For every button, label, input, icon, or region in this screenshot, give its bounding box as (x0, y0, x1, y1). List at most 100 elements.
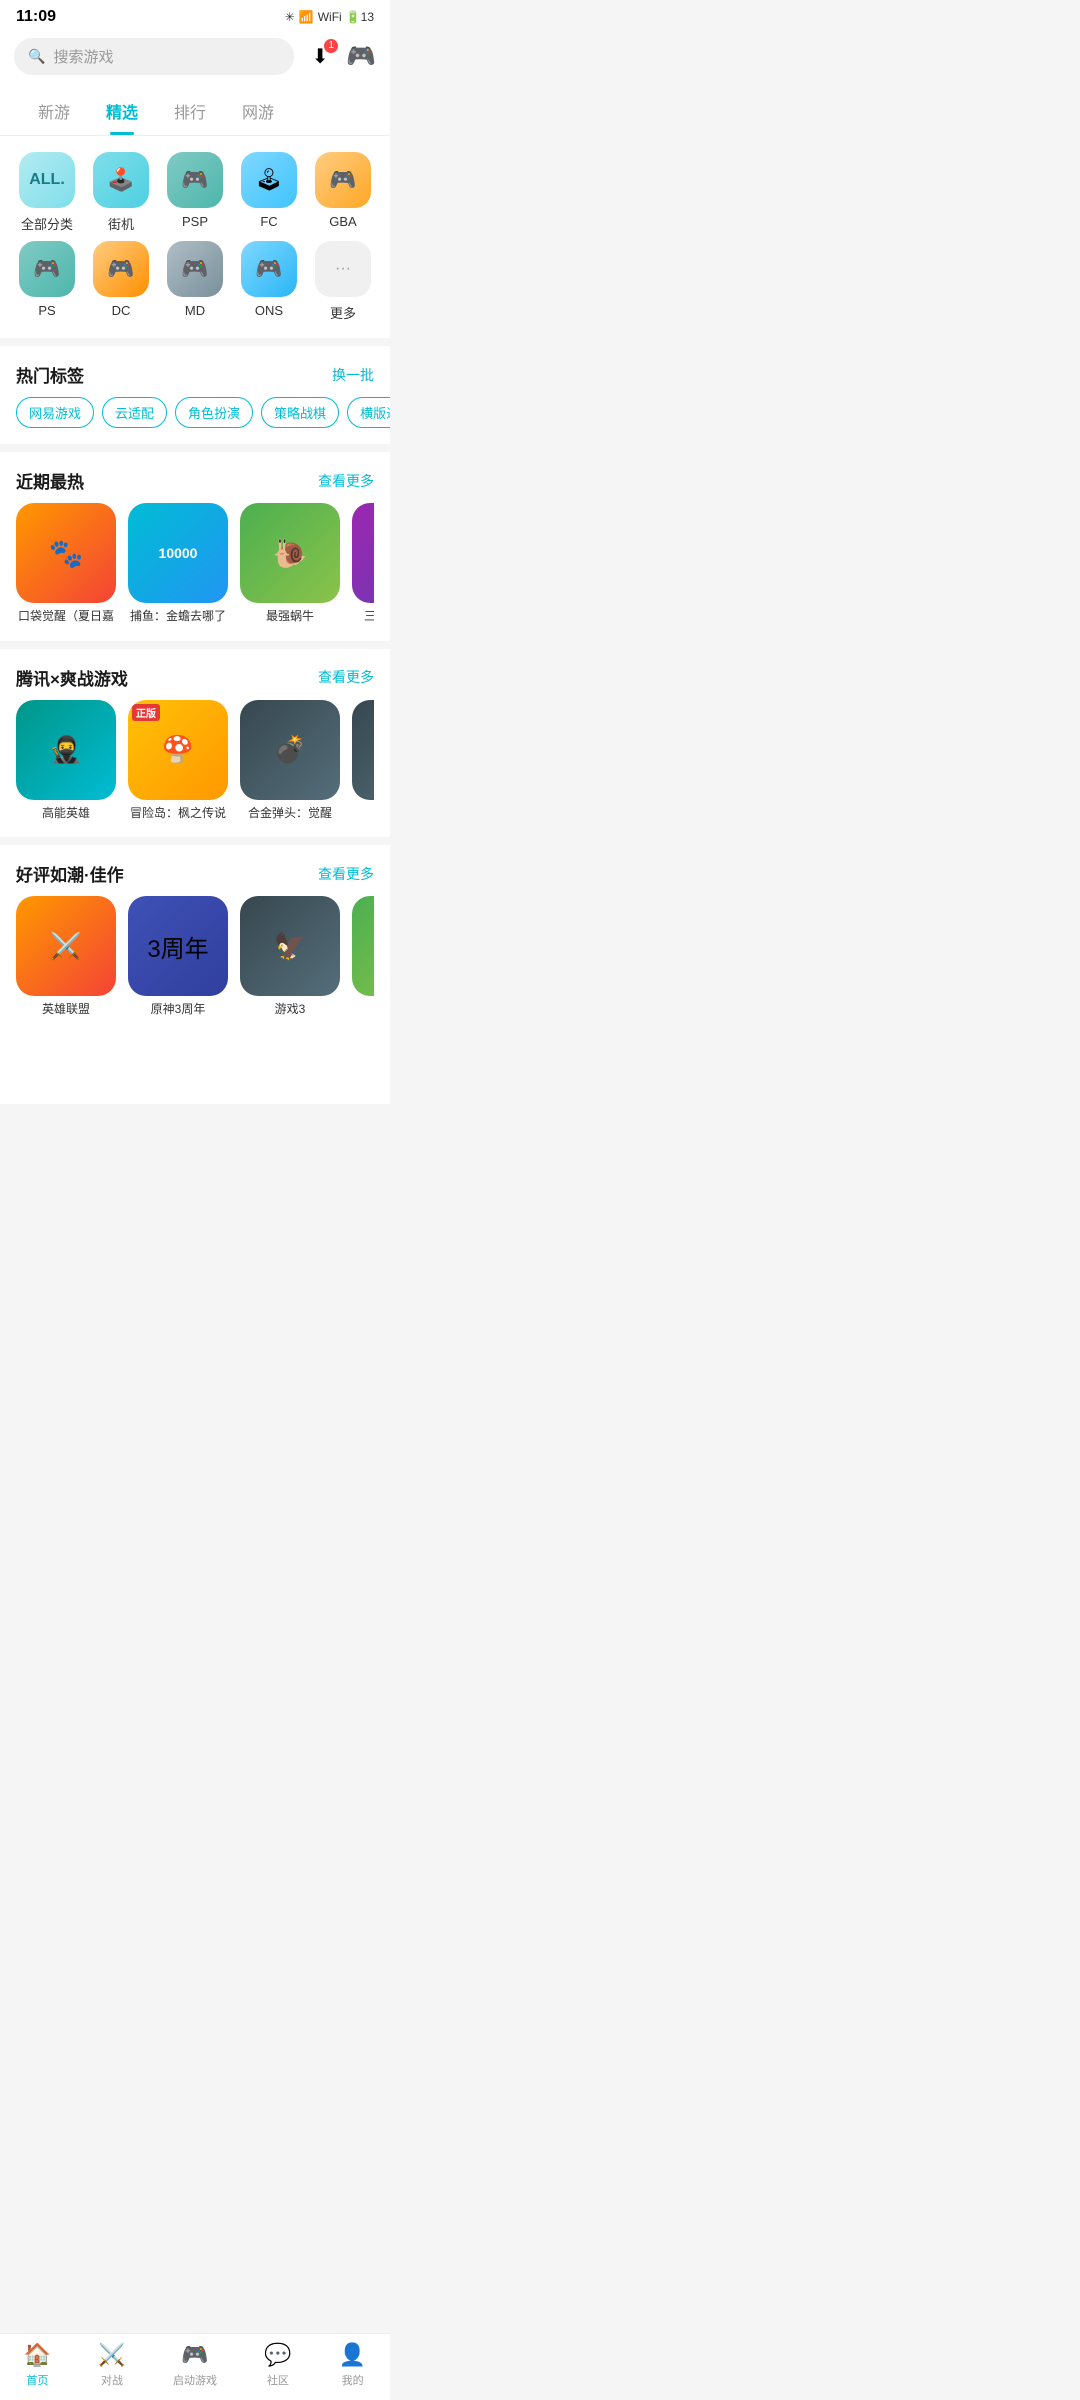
recent-hot-header: 近期最热 查看更多 (0, 452, 390, 503)
category-ps-icon: 🎮 (19, 241, 75, 297)
signal-icon: 📶 (299, 10, 314, 24)
download-badge: 1 (324, 39, 338, 53)
game-icon-darkzone: 🪖 (352, 700, 374, 800)
game-icon-review-2: 3周年 (128, 896, 228, 996)
game-item-snail[interactable]: 🐌 最强蜗牛 (240, 503, 340, 625)
nav-home[interactable]: 🏠 首页 (24, 2342, 51, 2388)
play-icon: 🎮 (181, 2342, 208, 2368)
nav-play-label: 启动游戏 (173, 2372, 217, 2388)
wifi-icon: WiFi (318, 10, 342, 24)
category-gba-icon: 🎮 (315, 152, 371, 208)
category-gba[interactable]: 🎮 GBA (308, 152, 378, 233)
search-placeholder: 搜索游戏 (53, 46, 113, 67)
good-reviews-more[interactable]: 查看更多 (318, 864, 374, 884)
game-label-pocket: 口袋觉醒（夏日嘉 (16, 609, 116, 625)
tag-strategy[interactable]: 策略战棋 (261, 397, 339, 428)
game-label-snail: 最强蜗牛 (240, 609, 340, 625)
tencent-more[interactable]: 查看更多 (318, 667, 374, 687)
tag-role[interactable]: 角色扮演 (175, 397, 253, 428)
category-row-1: ALL. 全部分类 🕹️ 街机 🎮 PSP 🕹 FC 🎮 GBA (10, 152, 380, 233)
tag-netease[interactable]: 网易游戏 (16, 397, 94, 428)
game-icon-fish: 10000 (128, 503, 228, 603)
game-item-pocket[interactable]: 🐾 口袋觉醒（夏日嘉 (16, 503, 116, 625)
game-icon-metalbullet: 💣 (240, 700, 340, 800)
nav-mine[interactable]: 👤 我的 (339, 2342, 366, 2388)
game-label-review-4: 游戏4 (352, 1002, 374, 1018)
search-right-icons: ⬇ 1 🎮 (306, 42, 376, 71)
game-label-adventure: 冒险岛：枫之传说 (128, 806, 228, 822)
status-time: 11:09 (16, 8, 56, 26)
game-item-review-1[interactable]: ⚔️ 英雄联盟 (16, 896, 116, 1018)
nav-play[interactable]: 🎮 启动游戏 (173, 2342, 217, 2388)
category-ons-label: ONS (255, 303, 283, 318)
recent-hot-title: 近期最热 (16, 468, 84, 493)
category-dc-label: DC (112, 303, 131, 318)
bottom-nav: 🏠 首页 ⚔️ 对战 🎮 启动游戏 💬 社区 👤 我的 (0, 2333, 390, 2400)
category-psp-icon: 🎮 (167, 152, 223, 208)
game-item-darkzone[interactable]: 🪖 暗区突围 (352, 700, 374, 822)
download-button[interactable]: ⬇ 1 (306, 43, 334, 71)
gamepad-icon[interactable]: 🎮 (346, 42, 376, 71)
category-dc-icon: 🎮 (93, 241, 149, 297)
category-all[interactable]: ALL. 全部分类 (12, 152, 82, 233)
game-item-gaoneng[interactable]: 🥷 高能英雄 (16, 700, 116, 822)
category-ps-label: PS (38, 303, 55, 318)
game-icon-review-4: ⛏️ (352, 896, 374, 996)
tab-featured[interactable]: 精选 (88, 87, 156, 135)
tencent-header: 腾讯×爽战游戏 查看更多 (0, 649, 390, 700)
game-item-adventure[interactable]: 🍄 正版 冒险岛：枫之传说 (128, 700, 228, 822)
category-ps[interactable]: 🎮 PS (12, 241, 82, 322)
game-item-metalbullet[interactable]: 💣 合金弹头：觉醒 (240, 700, 340, 822)
tag-side[interactable]: 横版过关 (347, 397, 390, 428)
hot-tags-header: 热门标签 换一批 (0, 346, 390, 397)
category-fc-icon: 🕹 (241, 152, 297, 208)
game-icon-adventure: 🍄 正版 (128, 700, 228, 800)
nav-community[interactable]: 💬 社区 (264, 2342, 291, 2388)
category-md-icon: 🎮 (167, 241, 223, 297)
category-arcade-label: 街机 (108, 214, 134, 233)
game-label-gaoneng: 高能英雄 (16, 806, 116, 822)
category-more[interactable]: ··· 更多 (308, 241, 378, 322)
category-dc[interactable]: 🎮 DC (86, 241, 156, 322)
game-item-review-2[interactable]: 3周年 原神3周年 (128, 896, 228, 1018)
nav-battle[interactable]: ⚔️ 对战 (98, 2342, 125, 2388)
game-icon-gaoneng: 🥷 (16, 700, 116, 800)
category-fc[interactable]: 🕹 FC (234, 152, 304, 233)
game-item-fish[interactable]: 10000 捕鱼：金蟾去哪了 (128, 503, 228, 625)
main-content: ALL. 全部分类 🕹️ 街机 🎮 PSP 🕹 FC 🎮 GBA (0, 136, 390, 1104)
game-item-review-3[interactable]: 🦅 游戏3 (240, 896, 340, 1018)
category-md[interactable]: 🎮 MD (160, 241, 230, 322)
category-ons[interactable]: 🎮 ONS (234, 241, 304, 322)
status-icons: ✳ 📶 WiFi 🔋13 (285, 10, 374, 24)
category-ons-icon: 🎮 (241, 241, 297, 297)
game-item-review-4[interactable]: ⛏️ 游戏4 (352, 896, 374, 1018)
category-psp[interactable]: 🎮 PSP (160, 152, 230, 233)
category-all-icon: ALL. (19, 152, 75, 208)
game-icon-threekingdoms: ⚔️ (352, 503, 374, 603)
recent-hot-more[interactable]: 查看更多 (318, 471, 374, 491)
category-md-label: MD (185, 303, 205, 318)
tag-cloud[interactable]: 云适配 (102, 397, 167, 428)
game-item-threekingdoms[interactable]: ⚔️ 三国志·战略版 (352, 503, 374, 625)
category-arcade-icon: 🕹️ (93, 152, 149, 208)
hot-tags-title: 热门标签 (16, 362, 84, 387)
game-icon-pocket: 🐾 (16, 503, 116, 603)
search-box[interactable]: 🔍 搜索游戏 (14, 38, 294, 75)
game-icon-snail: 🐌 (240, 503, 340, 603)
game-icon-review-1: ⚔️ (16, 896, 116, 996)
game-label-metalbullet: 合金弹头：觉醒 (240, 806, 340, 822)
tab-new[interactable]: 新游 (20, 87, 88, 135)
tab-online[interactable]: 网游 (224, 87, 292, 135)
tab-rank[interactable]: 排行 (156, 87, 224, 135)
category-gba-label: GBA (329, 214, 356, 229)
home-icon: 🏠 (24, 2342, 51, 2368)
category-more-icon: ··· (315, 241, 371, 297)
nav-community-label: 社区 (267, 2372, 289, 2388)
good-reviews-list: ⚔️ 英雄联盟 3周年 原神3周年 🦅 游戏3 ⛏️ 游戏4 (16, 896, 374, 1018)
hot-tags-refresh[interactable]: 换一批 (332, 365, 374, 385)
category-arcade[interactable]: 🕹️ 街机 (86, 152, 156, 233)
community-icon: 💬 (264, 2342, 291, 2368)
recent-hot-list: 🐾 口袋觉醒（夏日嘉 10000 捕鱼：金蟾去哪了 🐌 最强蜗牛 ⚔️ (16, 503, 374, 625)
category-row-2: 🎮 PS 🎮 DC 🎮 MD 🎮 ONS ··· 更多 (10, 241, 380, 322)
category-fc-label: FC (260, 214, 277, 229)
